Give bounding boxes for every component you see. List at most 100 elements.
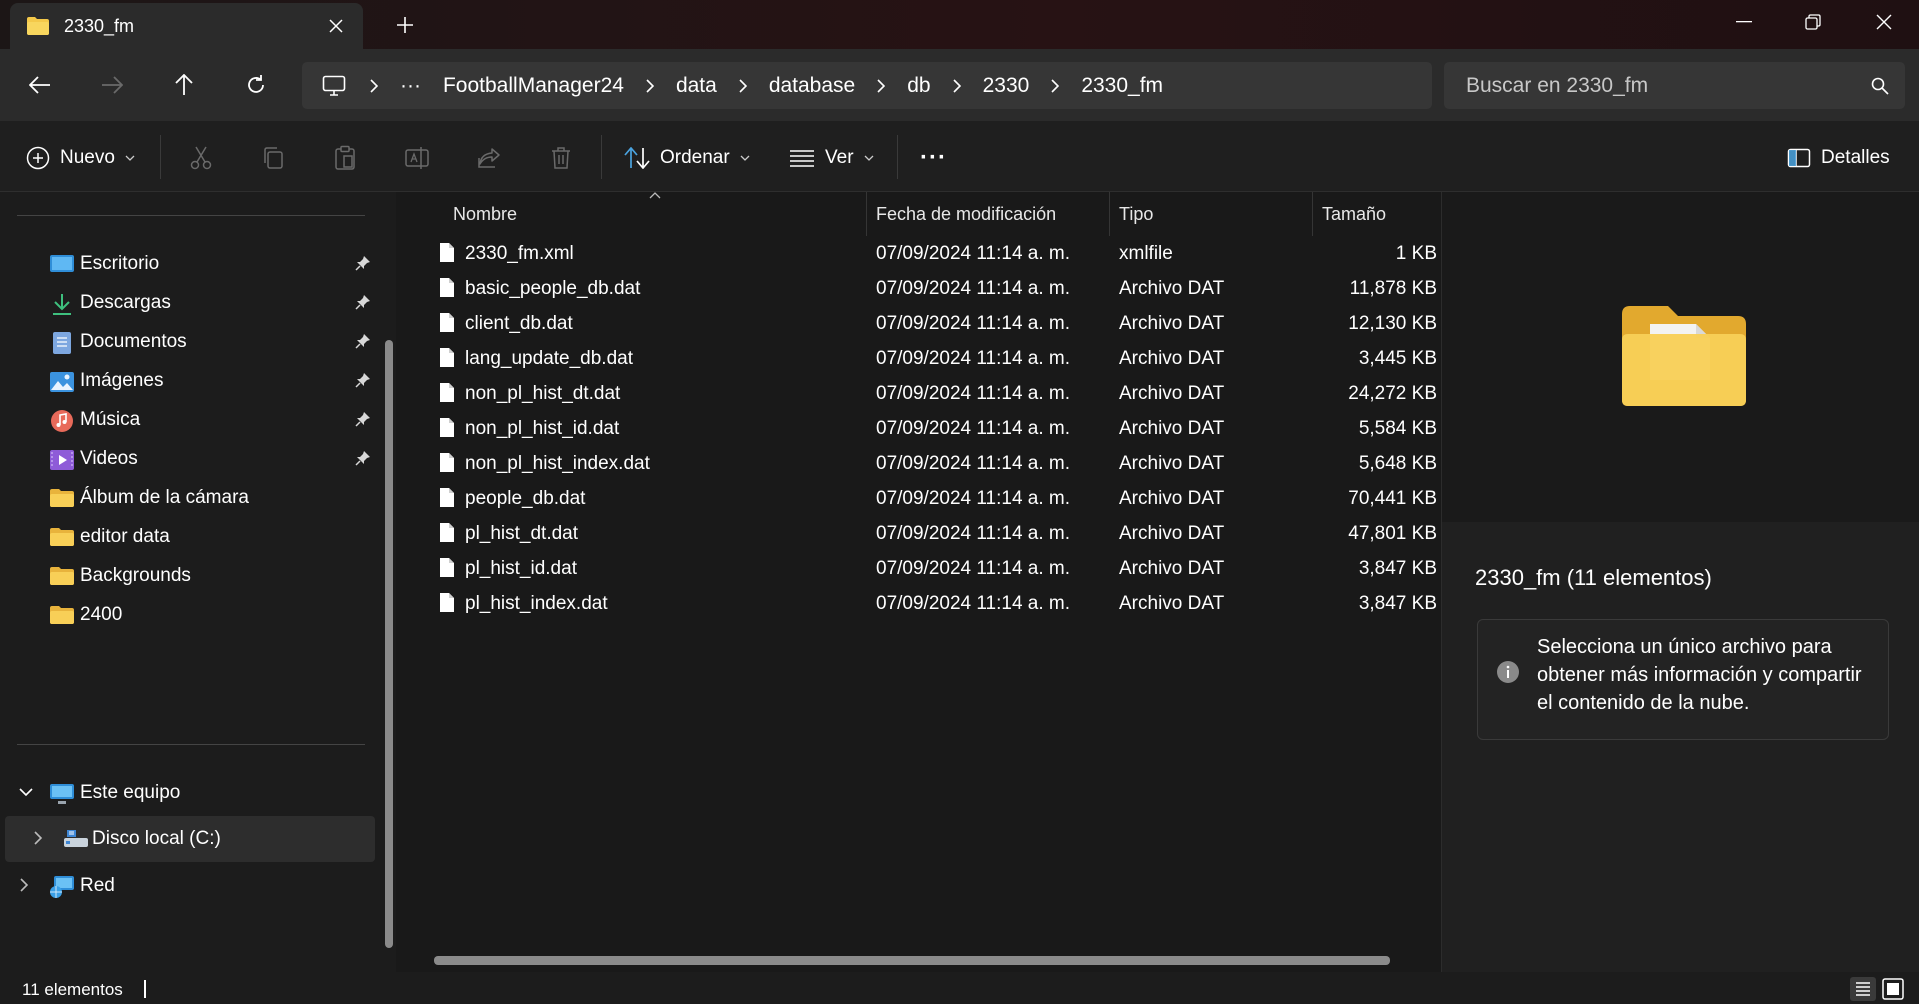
- file-size: 5,648 KB: [1358, 453, 1437, 474]
- search-box[interactable]: [1444, 62, 1905, 109]
- paste-button[interactable]: [325, 139, 365, 177]
- file-size: 24,272 KB: [1348, 383, 1437, 404]
- up-button[interactable]: [162, 65, 206, 105]
- file-size: 3,445 KB: [1358, 348, 1437, 369]
- search-icon[interactable]: [1871, 77, 1889, 95]
- file-date: 07/09/2024 11:14 a. m.: [876, 418, 1071, 439]
- sort-button[interactable]: Ordenar: [624, 139, 750, 177]
- chevron-down-icon[interactable]: [19, 788, 33, 797]
- sidebar-item-network[interactable]: Red: [5, 863, 375, 909]
- file-icon: [439, 277, 455, 298]
- file-row[interactable]: pl_hist_index.dat 07/09/2024 11:14 a. m. A…: [405, 582, 1440, 625]
- pin-icon[interactable]: [355, 255, 371, 271]
- pin-icon[interactable]: [355, 411, 371, 427]
- view-list-icon: [789, 149, 815, 167]
- chevron-right-icon[interactable]: [863, 78, 899, 93]
- address-bar[interactable]: ··· FootballManager24 data database db 2…: [302, 62, 1432, 109]
- file-icon: [439, 417, 455, 438]
- file-size: 3,847 KB: [1358, 593, 1437, 614]
- sidebar-item-label: Documentos: [80, 331, 187, 352]
- toolbar-divider: [160, 135, 161, 179]
- chevron-right-icon[interactable]: [34, 831, 43, 845]
- folder-icon: [49, 565, 75, 589]
- file-name: 2330_fm.xml: [465, 243, 574, 264]
- pin-icon[interactable]: [355, 372, 371, 388]
- breadcrumb-overflow[interactable]: ···: [392, 74, 429, 98]
- share-button[interactable]: [469, 139, 509, 177]
- breadcrumb-item[interactable]: data: [668, 74, 725, 98]
- close-window-button[interactable]: [1849, 0, 1919, 44]
- chevron-right-icon[interactable]: [356, 78, 392, 93]
- breadcrumb-item[interactable]: 2330: [975, 74, 1038, 98]
- refresh-button[interactable]: [234, 65, 278, 105]
- file-date: 07/09/2024 11:14 a. m.: [876, 593, 1071, 614]
- navigation-pane: Escritorio Descargas Documentos Imágenes…: [0, 192, 396, 972]
- rename-icon: [405, 147, 429, 169]
- tab-title: 2330_fm: [64, 15, 135, 36]
- sidebar-item-local-disk[interactable]: Disco local (C:): [5, 816, 375, 862]
- details-view-toggle[interactable]: [1850, 977, 1876, 1001]
- horizontal-scrollbar[interactable]: [434, 956, 1390, 965]
- chevron-right-icon[interactable]: [725, 78, 761, 93]
- sidebar-divider: [17, 215, 365, 216]
- search-input[interactable]: [1466, 73, 1846, 98]
- details-pane-icon: [1787, 148, 1811, 168]
- sidebar-item-this-pc[interactable]: Este equipo: [5, 770, 375, 816]
- item-count: 11 elementos: [22, 980, 123, 999]
- more-options-button[interactable]: ···: [920, 139, 947, 177]
- view-button[interactable]: Ver: [789, 139, 874, 177]
- large-icons-view-toggle[interactable]: [1882, 978, 1904, 1000]
- chevron-right-icon[interactable]: [20, 878, 29, 892]
- breadcrumb-current[interactable]: 2330_fm: [1073, 74, 1171, 98]
- chevron-right-icon[interactable]: [1037, 78, 1073, 93]
- back-button[interactable]: [18, 65, 62, 105]
- folder-icon: [26, 16, 50, 36]
- column-header-date[interactable]: Fecha de modificación: [876, 192, 1106, 236]
- file-icon: [439, 487, 455, 508]
- cut-button[interactable]: [181, 139, 221, 177]
- breadcrumb-item[interactable]: database: [761, 74, 863, 98]
- file-date: 07/09/2024 11:14 a. m.: [876, 453, 1071, 474]
- pictures-icon: [49, 370, 75, 394]
- column-header-type[interactable]: Tipo: [1119, 192, 1309, 236]
- add-icon: [26, 146, 50, 170]
- file-name: pl_hist_index.dat: [465, 593, 608, 614]
- column-divider[interactable]: [1109, 192, 1110, 236]
- computer-icon[interactable]: [322, 75, 346, 97]
- trash-icon: [552, 147, 570, 169]
- tab-close-icon[interactable]: [325, 15, 347, 37]
- new-button[interactable]: Nuevo: [26, 139, 135, 177]
- restore-button[interactable]: [1778, 0, 1848, 44]
- chevron-right-icon[interactable]: [939, 78, 975, 93]
- details-button[interactable]: Detalles: [1787, 139, 1890, 177]
- rename-button[interactable]: [397, 139, 437, 177]
- file-name: pl_hist_dt.dat: [465, 523, 579, 544]
- tab-active[interactable]: 2330_fm: [10, 3, 363, 49]
- sidebar-divider: [17, 744, 365, 745]
- sidebar-item-label: Red: [80, 875, 115, 896]
- folder-icon: [49, 526, 75, 550]
- pin-icon[interactable]: [355, 294, 371, 310]
- file-type: Archivo DAT: [1119, 593, 1225, 614]
- sidebar-item-label: Disco local (C:): [92, 828, 221, 849]
- column-divider[interactable]: [1312, 192, 1313, 236]
- sidebar-scrollbar[interactable]: [385, 340, 393, 948]
- breadcrumb-item[interactable]: FootballManager24: [435, 74, 632, 98]
- forward-button[interactable]: [90, 65, 134, 105]
- delete-button[interactable]: [541, 139, 581, 177]
- copy-button[interactable]: [253, 139, 293, 177]
- pin-icon[interactable]: [355, 450, 371, 466]
- file-date: 07/09/2024 11:14 a. m.: [876, 313, 1071, 334]
- sidebar-item-2400[interactable]: 2400: [5, 592, 375, 638]
- chevron-right-icon[interactable]: [632, 78, 668, 93]
- pin-icon[interactable]: [355, 333, 371, 349]
- breadcrumb-item[interactable]: db: [899, 74, 938, 98]
- videos-icon: [49, 448, 75, 472]
- file-type: Archivo DAT: [1119, 523, 1225, 544]
- file-name: client_db.dat: [465, 313, 573, 334]
- file-name: non_pl_hist_id.dat: [465, 418, 620, 439]
- column-divider[interactable]: [866, 192, 867, 236]
- new-tab-button[interactable]: [390, 10, 420, 40]
- minimize-button[interactable]: [1709, 0, 1779, 44]
- column-header-size[interactable]: Tamaño: [1322, 192, 1432, 236]
